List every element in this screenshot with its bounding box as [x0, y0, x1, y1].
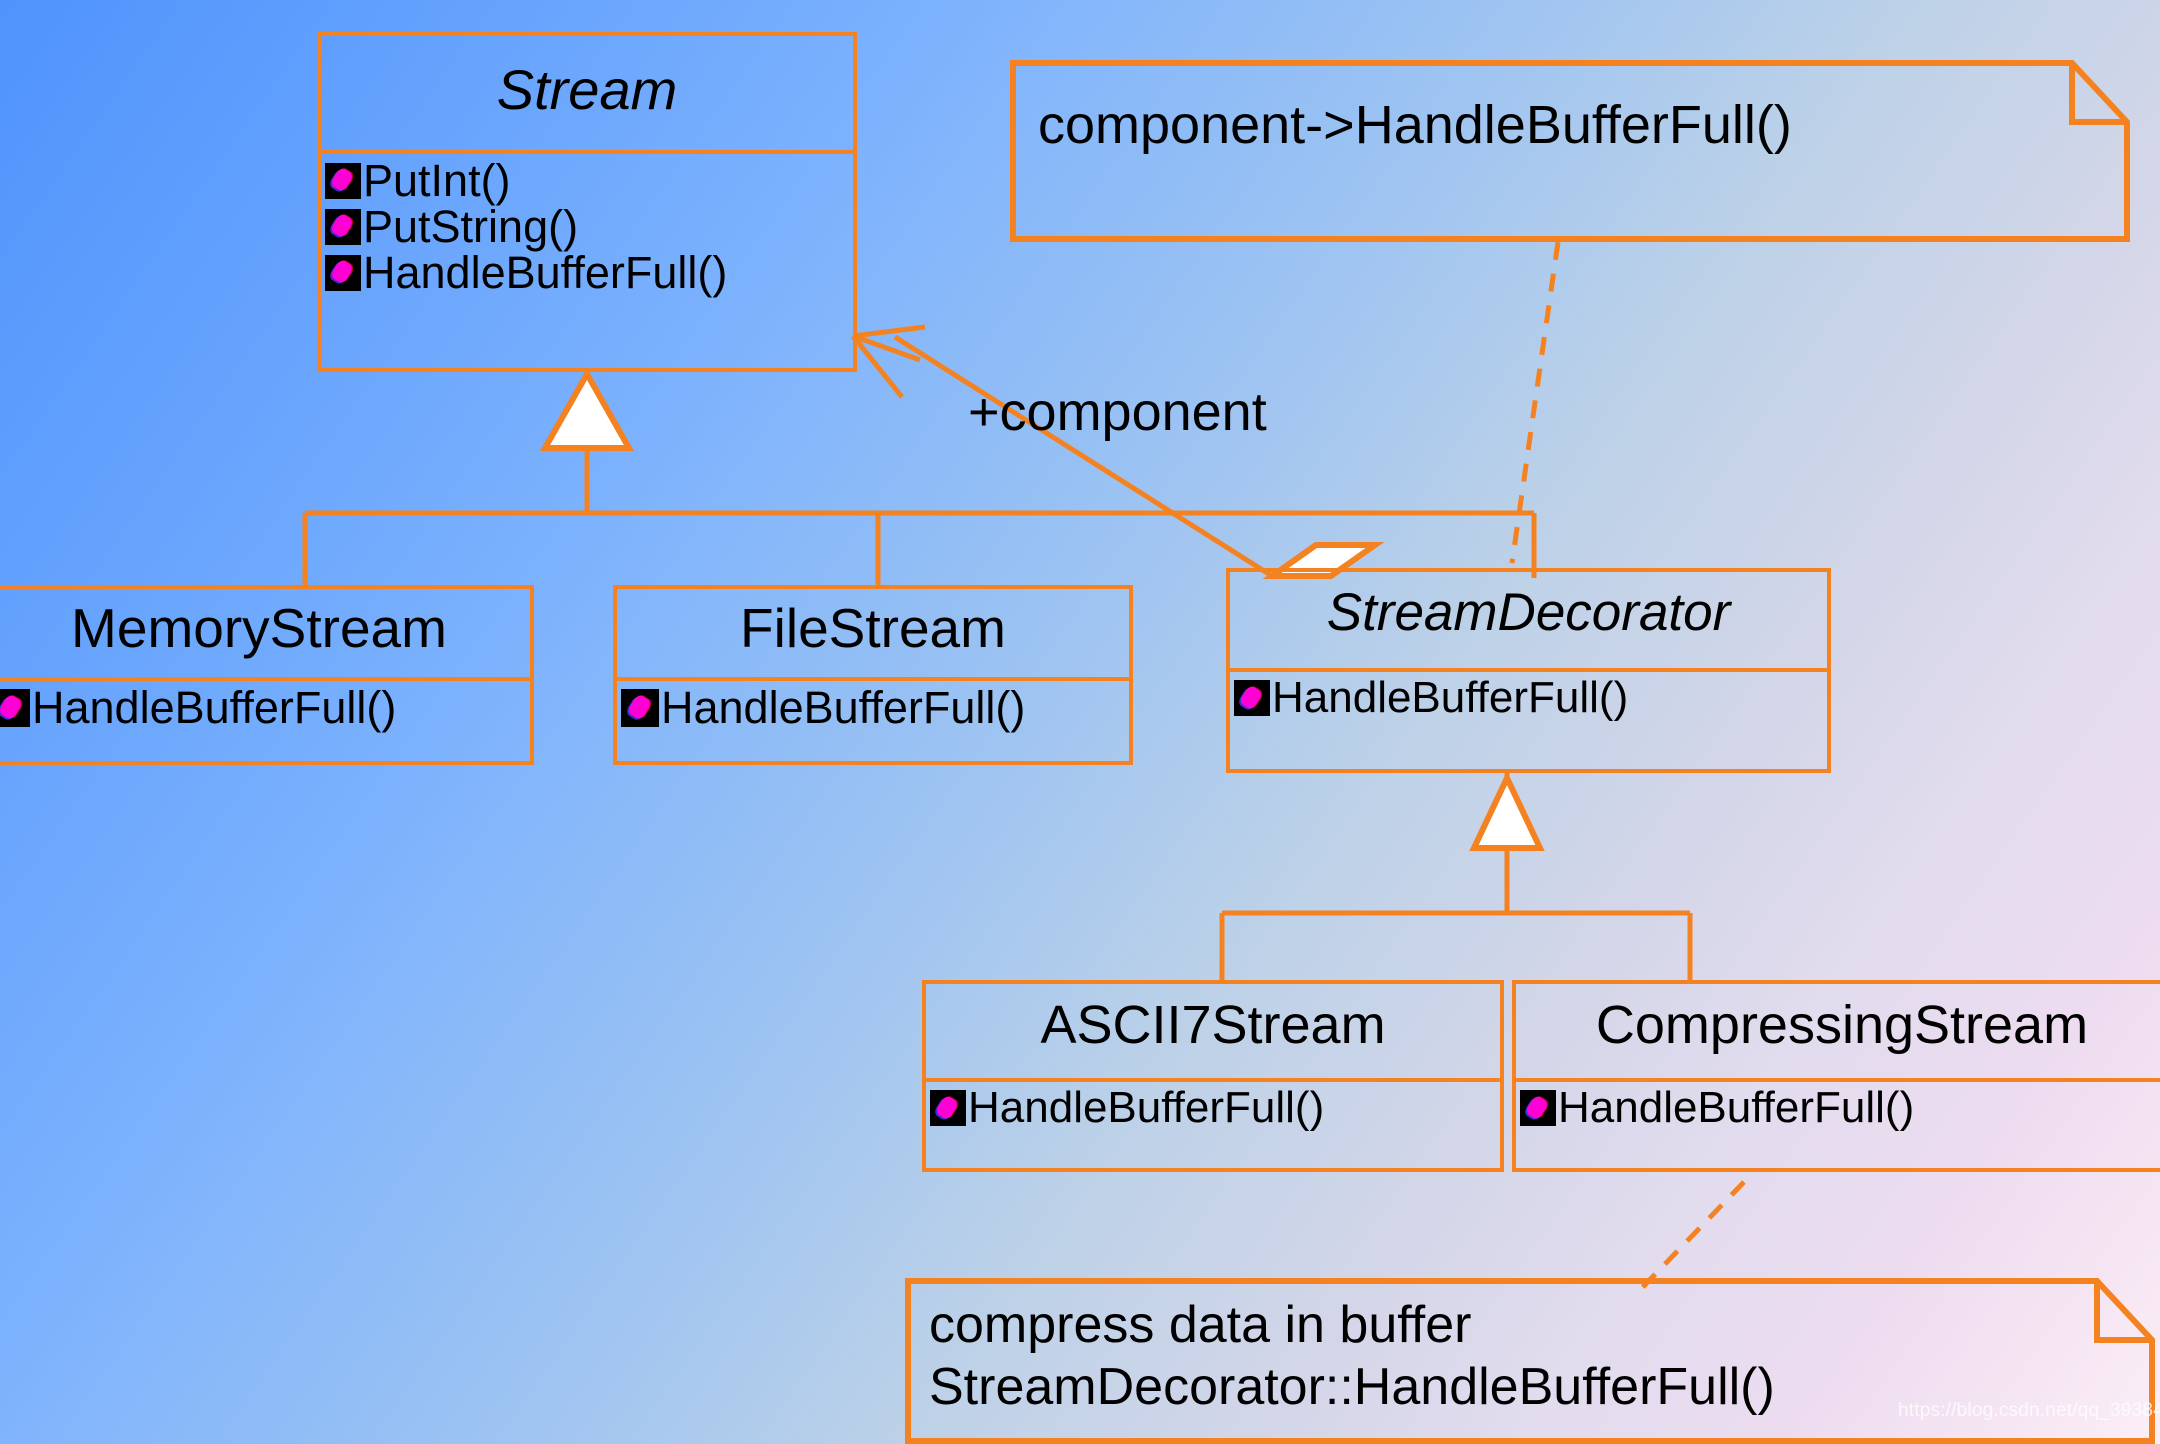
member-row[interactable]: PutInt() [325, 158, 853, 204]
class-name-streamdecorator: StreamDecorator [1326, 583, 1731, 642]
method-icon [930, 1090, 966, 1127]
class-name-memorystream: MemoryStream [71, 597, 447, 659]
note-anchor-top [1509, 241, 1561, 564]
member-label: HandleBufferFull() [363, 246, 728, 298]
member-label: HandleBufferFull() [32, 682, 397, 733]
member-row[interactable]: HandleBufferFull() [1234, 673, 1827, 722]
class-members-memorystream: HandleBufferFull() [0, 681, 530, 737]
method-icon [325, 254, 361, 291]
method-icon [0, 688, 30, 727]
member-label: PutInt() [363, 155, 511, 206]
member-row[interactable]: PutString() [325, 200, 853, 252]
method-icon [325, 208, 361, 245]
method-icon [621, 688, 659, 727]
member-row[interactable]: HandleBufferFull() [1520, 1083, 2160, 1132]
class-box-streamdecorator[interactable]: StreamDecorator HandleBufferFull() [1226, 568, 1831, 773]
class-name-compressingstream: CompressingStream [1595, 995, 2089, 1055]
class-members-filestream: HandleBufferFull() [617, 681, 1129, 737]
member-label: HandleBufferFull() [661, 682, 1026, 733]
member-row[interactable]: HandleBufferFull() [930, 1083, 1500, 1132]
note-box-top[interactable]: component->HandleBufferFull() [1010, 60, 2130, 242]
class-name-stream: Stream [496, 58, 678, 121]
member-row[interactable]: HandleBufferFull() [621, 685, 1129, 731]
generalization-arrowhead-stream [539, 367, 635, 451]
class-members-stream: PutInt() PutString() HandleBufferFull() [321, 154, 853, 302]
class-box-ascii7stream[interactable]: ASCII7Stream HandleBufferFull() [922, 980, 1504, 1172]
class-name-ascii7stream: ASCII7Stream [1040, 995, 1386, 1055]
member-row[interactable]: HandleBufferFull() [325, 246, 853, 298]
watermark: https://blog.csdn.net/qq_39384184 [1898, 1400, 2160, 1421]
class-members-streamdecorator: HandleBufferFull() [1230, 672, 1827, 727]
class-name-filestream: FileStream [740, 597, 1006, 659]
class-box-stream[interactable]: Stream PutInt() PutString() HandleBuffer… [317, 32, 857, 372]
class-box-compressingstream[interactable]: CompressingStream HandleBufferFull() [1512, 980, 2160, 1172]
class-box-memorystream[interactable]: MemoryStream HandleBufferFull() [0, 585, 534, 765]
member-label: HandleBufferFull() [1558, 1083, 1915, 1132]
uml-class-diagram-canvas: Stream (+component) --> Stream PutInt() … [0, 0, 2160, 1444]
generalization-arrowhead-streamdecorator [1469, 770, 1545, 851]
note-text-top: component->HandleBufferFull() [1038, 95, 1792, 155]
member-label: HandleBufferFull() [1272, 673, 1629, 722]
method-icon [325, 162, 361, 199]
method-icon [1520, 1090, 1556, 1127]
note-anchor-bottom [1638, 1180, 1746, 1292]
class-members-ascii7stream: HandleBufferFull() [926, 1082, 1500, 1137]
class-box-filestream[interactable]: FileStream HandleBufferFull() [613, 585, 1133, 765]
edge-label-component: +component [968, 382, 1267, 442]
method-icon [1234, 680, 1270, 717]
class-members-compressingstream: HandleBufferFull() [1516, 1082, 2160, 1137]
member-label: HandleBufferFull() [968, 1083, 1325, 1132]
aggregation-line [893, 334, 1274, 579]
member-row[interactable]: HandleBufferFull() [0, 685, 530, 731]
member-label: PutString() [363, 200, 579, 252]
note-text-bottom-line1: compress data in buffer [929, 1296, 1472, 1354]
